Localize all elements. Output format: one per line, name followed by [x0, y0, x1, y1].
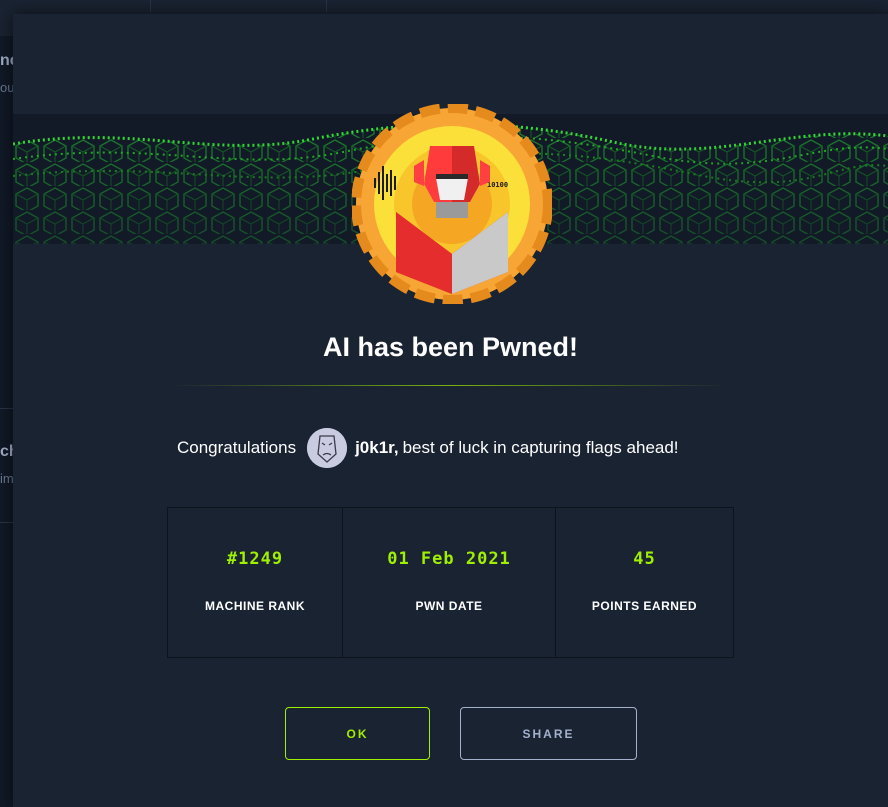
pwned-modal: 10100 AI has been Pwned! Congratulations [13, 14, 888, 807]
stat-value: 45 [633, 549, 656, 569]
pwned-title: AI has been Pwned! [322, 332, 579, 362]
background-text-fragment: im [0, 471, 14, 486]
user-avatar-icon[interactable] [307, 428, 348, 468]
stat-value: 01 Feb 2021 [387, 549, 511, 569]
stat-points-earned: 45 POINTS EARNED [556, 508, 733, 657]
stat-label: PWN DATE [415, 599, 483, 613]
machine-avatar-robot-icon: 10100 [351, 103, 553, 305]
background-separator [150, 0, 151, 12]
stat-label: POINTS EARNED [591, 599, 698, 613]
stat-label: MACHINE RANK [205, 599, 305, 613]
background-separator [326, 0, 327, 12]
background-divider [0, 522, 14, 523]
title-divider [173, 385, 728, 386]
background-divider [0, 408, 14, 409]
machine-avatar-label: 10100 [487, 181, 508, 189]
ok-button[interactable]: OK [285, 707, 430, 760]
username-link[interactable]: j0k1r, [355, 438, 399, 458]
stat-value: #1249 [226, 549, 284, 569]
stat-machine-rank: #1249 MACHINE RANK [168, 508, 343, 657]
congrats-prefix: Congratulations [177, 438, 297, 457]
stat-pwn-date: 01 Feb 2021 PWN DATE [343, 508, 556, 657]
congrats-suffix: best of luck in capturing flags ahead! [402, 438, 679, 457]
stats-panel: #1249 MACHINE RANK 01 Feb 2021 PWN DATE … [167, 507, 734, 658]
share-button[interactable]: SHARE [460, 707, 637, 760]
congratulations-message: Congratulations j0k1r, best of luck in c… [177, 428, 679, 468]
